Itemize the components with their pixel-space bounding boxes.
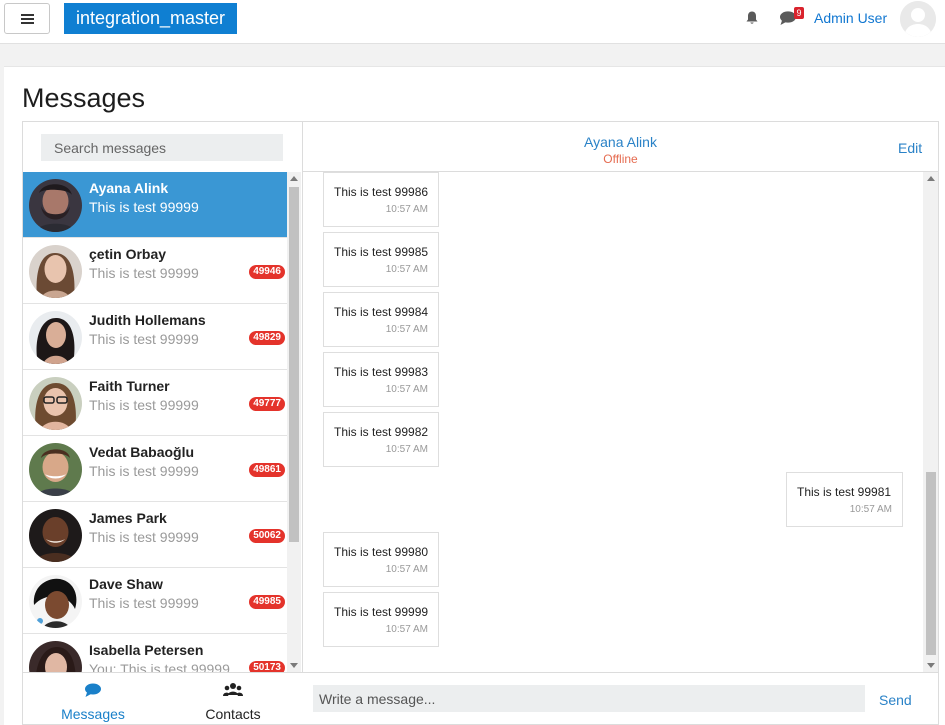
top-navbar: integration_master 9 Admin User [0,0,945,44]
user-menu-link[interactable]: Admin User [814,10,887,26]
unread-count-badge: 50062 [249,529,285,543]
conversation-item-judith-hollemans[interactable]: Judith Hollemans This is test 99999 4982… [23,304,287,370]
tab-messages[interactable]: Messages [23,673,163,725]
message-bubble: This is test 99999 10:57 AM [323,592,439,647]
conversation-name: Isabella Petersen [89,642,204,658]
conversation-list-scrollbar[interactable] [287,172,301,672]
scroll-up-icon[interactable] [927,176,935,181]
message-bubble: This is test 99986 10:57 AM [323,172,439,227]
avatar [29,443,82,496]
conversation-name: Ayana Alink [89,180,169,196]
conversation-preview: This is test 99999 [89,331,199,347]
conversation-preview: This is test 99999 [89,265,199,281]
conversation-preview: This is test 99999 [89,199,199,215]
conversation-name: çetin Orbay [89,246,167,262]
message-bubble: This is test 99982 10:57 AM [323,412,439,467]
message-text: This is test 99999 [334,605,429,619]
user-silhouette-icon [900,1,936,37]
conversation-preview: You: This is test 99999 [89,661,230,672]
conversation-item-vedat-babaoglu[interactable]: Vedat Babaoğlu This is test 99999 49861 [23,436,287,502]
conversation-name: Dave Shaw [89,576,163,592]
conversation-item-dave-shaw[interactable]: Dave Shaw This is test 99999 49985 [23,568,287,634]
message-text: This is test 99982 [334,425,429,439]
message-bubble: This is test 99985 10:57 AM [323,232,439,287]
message-text: This is test 99981 [797,485,892,499]
message-thread-scrollbar[interactable] [923,172,938,672]
message-time: 10:57 AM [385,384,428,395]
conversation-item-james-park[interactable]: James Park This is test 99999 50062 [23,502,287,568]
site-brand-link[interactable]: integration_master [64,3,237,34]
message-text: This is test 99983 [334,365,429,379]
message-thread: This is test 99986 10:57 AM This is test… [303,172,923,672]
conversation-preview: This is test 99999 [89,529,199,545]
avatar [29,377,82,430]
avatar [29,179,82,232]
menu-toggle-button[interactable] [4,3,50,34]
conversation-preview: This is test 99999 [89,463,199,479]
conversation-preview: This is test 99999 [89,397,199,413]
user-avatar[interactable] [900,1,936,37]
tab-contacts-label: Contacts [205,706,261,722]
contact-status: Offline [603,152,638,166]
scrollbar-thumb[interactable] [926,472,936,655]
unread-count-badge: 49946 [249,265,285,279]
scrollbar-thumb[interactable] [289,187,299,542]
conversation-name: Vedat Babaoğlu [89,444,195,460]
avatar [29,509,82,562]
message-time: 10:57 AM [385,564,428,575]
avatar [29,245,82,298]
conversation-item-faith-turner[interactable]: Faith Turner This is test 99999 49777 [23,370,287,436]
message-input[interactable] [313,685,865,712]
unread-count-badge: 49777 [249,397,285,411]
tab-messages-label: Messages [61,706,125,722]
unread-count-badge: 50173 [249,661,285,672]
chat-bubble-icon [85,683,101,697]
message-time: 10:57 AM [385,204,428,215]
unread-count-badge: 49985 [249,595,285,609]
chat-contact-name[interactable]: Ayana Alink [303,134,938,150]
message-time: 10:57 AM [385,264,428,275]
tab-contacts[interactable]: Contacts [163,673,303,725]
message-bubble: This is test 99980 10:57 AM [323,532,439,587]
conversation-preview: This is test 99999 [89,595,199,611]
conversations-footer: Messages Contacts [23,672,303,724]
message-composer: Send [303,672,938,724]
message-time: 10:57 AM [849,504,892,515]
conversation-list: Ayana Alink This is test 99999 çetin Orb… [23,172,287,672]
conversation-name: James Park [89,510,167,526]
conversation-item-ayana-alink[interactable]: Ayana Alink This is test 99999 [23,172,287,238]
unread-messages-badge: 9 [794,7,804,19]
message-time: 10:57 AM [385,624,428,635]
send-button[interactable]: Send [879,692,912,708]
scroll-down-icon[interactable] [290,663,298,668]
hamburger-icon [20,13,34,24]
message-time: 10:57 AM [385,324,428,335]
bell-icon[interactable] [744,10,760,26]
unread-count-badge: 49829 [249,331,285,345]
message-text: This is test 99985 [334,245,429,259]
message-bubble: This is test 99983 10:57 AM [323,352,439,407]
conversation-item-isabella-petersen[interactable]: Isabella Petersen You: This is test 9999… [23,634,287,672]
avatar [29,311,82,364]
message-bubble: This is test 99984 10:57 AM [323,292,439,347]
message-text: This is test 99984 [334,305,429,319]
scroll-down-icon[interactable] [927,663,935,668]
unread-count-badge: 49861 [249,463,285,477]
conversation-name: Judith Hollemans [89,312,206,328]
scroll-up-icon[interactable] [290,176,298,181]
conversation-name: Faith Turner [89,378,170,394]
page-title: Messages [22,83,146,113]
message-text: This is test 99986 [334,185,429,199]
users-icon [223,683,243,696]
chat-header: Ayana Alink Offline Edit [303,122,938,172]
conversation-item-cetin-orbay[interactable]: çetin Orbay This is test 99999 49946 [23,238,287,304]
message-time: 10:57 AM [385,444,428,455]
avatar [29,641,82,672]
message-text: This is test 99980 [334,545,429,559]
avatar [29,575,82,628]
message-bubble-outgoing: This is test 99981 10:57 AM [786,472,903,527]
edit-button[interactable]: Edit [898,140,922,156]
search-messages-input[interactable] [41,134,283,161]
